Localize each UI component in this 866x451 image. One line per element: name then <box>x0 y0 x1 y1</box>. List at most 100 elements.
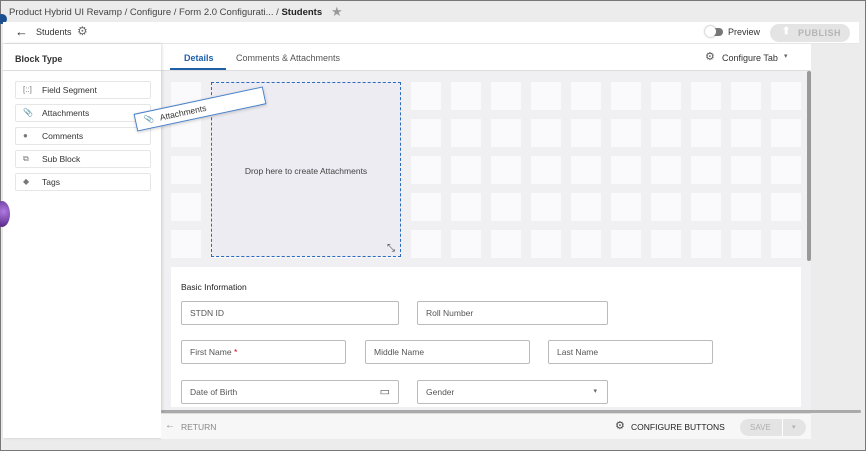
block-item-sub-block[interactable]: ⧉ Sub Block <box>15 150 151 168</box>
footer-bar: ← RETURN ⚙ CONFIGURE BUTTONS <box>161 413 811 439</box>
active-tab-indicator <box>170 68 226 70</box>
block-item-tags[interactable]: ◆ Tags <box>15 173 151 191</box>
drop-zone-text: Drop here to create Attachments <box>244 166 368 176</box>
grid-cell <box>491 230 521 258</box>
page-title: Students <box>36 27 72 37</box>
grid-cell <box>571 230 601 258</box>
page-header: ← Students ⚙ Preview <box>3 22 859 44</box>
grid-cell <box>571 119 601 147</box>
grid-cell <box>531 119 561 147</box>
configure-tab-button[interactable]: Configure Tab <box>722 53 778 63</box>
gender-select[interactable]: Gender ▾ <box>417 380 608 404</box>
middle-name-field[interactable]: Middle Name <box>365 340 530 364</box>
last-name-field[interactable]: Last Name <box>548 340 713 364</box>
grid-cell <box>411 82 441 110</box>
grid-cell <box>451 119 481 147</box>
grid-cell <box>411 193 441 221</box>
block-item-label: Field Segment <box>42 85 97 95</box>
grid-cell <box>771 119 801 147</box>
grid-cell <box>691 156 721 184</box>
field-label: STDN ID <box>190 308 224 318</box>
grid-cell <box>531 82 561 110</box>
grid-cell <box>571 193 601 221</box>
grid-cell <box>691 230 721 258</box>
chevron-down-icon[interactable]: ▾ <box>784 52 788 60</box>
gear-icon[interactable]: ⚙ <box>77 24 88 38</box>
grid-cell <box>491 156 521 184</box>
grid-cell <box>651 119 681 147</box>
grid-cell <box>651 82 681 110</box>
grid-cell <box>451 82 481 110</box>
preview-toggle[interactable] <box>705 26 723 37</box>
chevron-down-icon: ▾ <box>593 388 597 395</box>
grid-cell <box>691 82 721 110</box>
tab-details[interactable]: Details <box>184 53 214 63</box>
back-arrow-icon[interactable]: ← <box>15 24 28 39</box>
field-label: Gender <box>426 387 455 397</box>
grid-cell <box>491 82 521 110</box>
grid-cell <box>731 230 761 258</box>
grid-cell <box>451 230 481 258</box>
breadcrumb-current: Students <box>281 7 323 18</box>
block-item-attachments[interactable]: 📎 Attachments <box>15 104 151 122</box>
grid-cell <box>171 230 201 258</box>
breadcrumb-item[interactable]: Product Hybrid UI Revamp <box>9 7 122 18</box>
tab-bar: Details Comments & Attachments ⚙ Configu… <box>161 44 811 71</box>
grid-cell <box>731 193 761 221</box>
date-of-birth-field[interactable]: Date of Birth ▭ <box>181 380 399 404</box>
grid-cell <box>771 193 801 221</box>
stdn-id-field[interactable]: STDN ID <box>181 301 399 325</box>
grid-cell <box>691 193 721 221</box>
block-item-label: Attachments <box>42 108 90 118</box>
grid-cell <box>731 119 761 147</box>
save-button[interactable]: SAVE ▾ <box>740 419 806 436</box>
breadcrumb-item[interactable]: Form 2.0 Configurati... <box>179 7 274 18</box>
grid-cell <box>691 119 721 147</box>
grid-cell <box>451 156 481 184</box>
save-options-chevron-icon[interactable]: ▾ <box>782 419 796 436</box>
grid-cell <box>731 156 761 184</box>
field-label: Middle Name <box>374 347 425 357</box>
grid-cell <box>411 119 441 147</box>
grid-cell <box>491 119 521 147</box>
comment-icon: ● <box>23 131 28 140</box>
grid-cell <box>771 156 801 184</box>
gear-icon: ⚙ <box>705 51 715 63</box>
grid-cell <box>651 193 681 221</box>
grid-cell <box>171 156 201 184</box>
grid-cell <box>531 193 561 221</box>
favorite-star-icon[interactable]: ★ <box>331 4 343 20</box>
first-name-field[interactable]: First Name * <box>181 340 346 364</box>
resize-handle-icon[interactable]: ⤡ <box>387 243 395 254</box>
block-item-field-segment[interactable]: [::] Field Segment <box>15 81 151 99</box>
grid-cell <box>731 82 761 110</box>
block-item-label: Tags <box>42 177 60 187</box>
return-arrow-icon: ← <box>165 420 175 431</box>
roll-number-field[interactable]: Roll Number <box>417 301 608 325</box>
vertical-scrollbar[interactable] <box>807 71 811 261</box>
grid-cell <box>491 193 521 221</box>
block-item-comments[interactable]: ● Comments <box>15 127 151 145</box>
upload-icon: ⬆ <box>782 26 791 37</box>
configure-buttons-button[interactable]: CONFIGURE BUTTONS <box>631 422 725 432</box>
grid-cell <box>611 119 641 147</box>
breadcrumb-item[interactable]: Configure <box>130 7 171 18</box>
panel-title: Block Type <box>3 44 161 71</box>
grid-cell <box>771 82 801 110</box>
calendar-icon[interactable]: ▭ <box>380 385 390 398</box>
block-type-panel: Block Type [::] Field Segment 📎 Attachment… <box>3 44 161 438</box>
breadcrumb: Product Hybrid UI Revamp / Configure / F… <box>9 7 323 18</box>
grid-cell <box>771 230 801 258</box>
return-button[interactable]: RETURN <box>181 422 216 432</box>
paperclip-icon: 📎 <box>23 108 33 117</box>
tab-comments-attachments[interactable]: Comments & Attachments <box>236 53 340 63</box>
paperclip-icon: 📎 <box>143 113 155 125</box>
grid-cell <box>611 193 641 221</box>
grid-cell <box>411 230 441 258</box>
grid-cell <box>531 230 561 258</box>
publish-button[interactable]: ⬆ PUBLISH <box>770 24 850 42</box>
grid-cell <box>611 230 641 258</box>
preview-label: Preview <box>728 27 761 37</box>
grid-cell <box>171 193 201 221</box>
gear-icon: ⚙ <box>615 420 625 432</box>
